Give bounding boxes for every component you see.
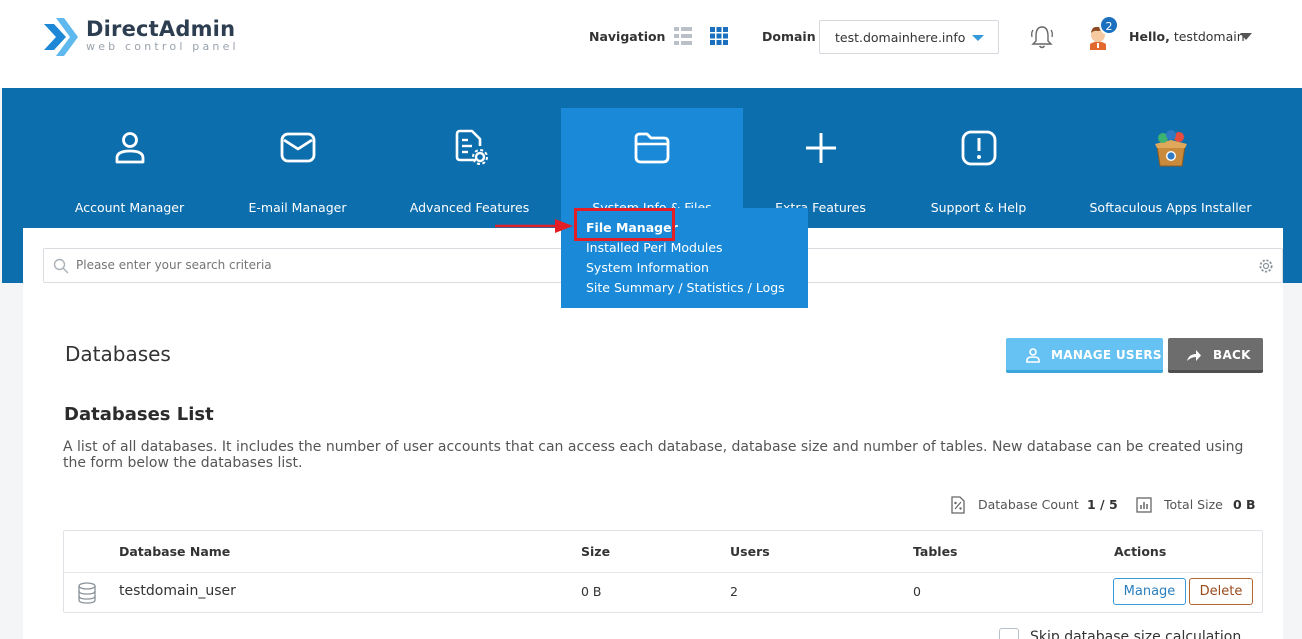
bell-icon[interactable] bbox=[1030, 24, 1054, 50]
nav-softaculous[interactable]: Softaculous Apps Installer bbox=[1088, 108, 1253, 215]
nav-label: Softaculous Apps Installer bbox=[1089, 200, 1252, 215]
logo-subtitle: web control panel bbox=[86, 40, 239, 53]
search-icon bbox=[53, 258, 69, 274]
database-size: 0 B bbox=[581, 584, 602, 599]
grid-view-icon[interactable] bbox=[710, 27, 728, 45]
manage-database-button[interactable]: Manage bbox=[1113, 578, 1186, 605]
gear-icon[interactable] bbox=[1258, 258, 1274, 274]
logo-chevron-icon bbox=[44, 18, 78, 56]
database-icon bbox=[78, 582, 96, 604]
back-label: BACK bbox=[1213, 348, 1251, 362]
back-button[interactable]: BACK bbox=[1168, 338, 1263, 373]
column-header-size[interactable]: Size bbox=[581, 544, 610, 559]
domain-select-value: test.domainhere.info bbox=[835, 30, 966, 45]
navigation-label: Navigation bbox=[589, 29, 666, 44]
user-menu[interactable]: Hello, testdomain bbox=[1129, 29, 1245, 44]
domain-select[interactable]: test.domainhere.info bbox=[819, 20, 999, 54]
share-arrow-icon bbox=[1187, 350, 1201, 361]
database-tables: 0 bbox=[913, 584, 921, 599]
top-header: DirectAdmin web control panel Navigation… bbox=[0, 0, 1302, 88]
highlight-box bbox=[574, 208, 675, 241]
total-size-value: 0 B bbox=[1233, 497, 1256, 512]
databases-table: Database Name Size Users Tables Actions … bbox=[63, 530, 1263, 613]
database-count-value: 1 / 5 bbox=[1087, 497, 1118, 512]
nav-extra-features[interactable]: Extra Features bbox=[748, 108, 893, 215]
nav-advanced-features[interactable]: Advanced Features bbox=[397, 108, 542, 215]
databases-list-description: A list of all databases. It includes the… bbox=[63, 439, 1244, 471]
list-view-icon[interactable] bbox=[674, 27, 692, 45]
dropdown-item-system-information[interactable]: System Information bbox=[586, 260, 709, 275]
page-title: Databases bbox=[65, 342, 171, 366]
database-count-icon bbox=[951, 496, 965, 514]
document-gear-icon bbox=[455, 129, 488, 165]
nav-support-help[interactable]: Support & Help bbox=[906, 108, 1051, 215]
column-header-actions: Actions bbox=[1114, 544, 1167, 559]
nav-label: Advanced Features bbox=[409, 200, 530, 215]
dropdown-item-perl-modules[interactable]: Installed Perl Modules bbox=[586, 240, 723, 255]
bar-chart-icon bbox=[1136, 497, 1152, 513]
skip-size-checkbox[interactable] bbox=[999, 628, 1019, 639]
database-count-label: Database Count bbox=[978, 497, 1079, 512]
folder-icon bbox=[634, 132, 670, 164]
user-icon bbox=[1026, 348, 1040, 363]
user-menu-caret-icon[interactable] bbox=[1240, 33, 1252, 40]
exclamation-icon bbox=[961, 130, 996, 166]
column-header-name[interactable]: Database Name bbox=[119, 544, 230, 559]
total-size-label: Total Size bbox=[1164, 497, 1223, 512]
nav-label: E-mail Manager bbox=[248, 200, 347, 215]
envelope-icon bbox=[280, 132, 315, 163]
domain-label: Domain bbox=[762, 29, 816, 44]
database-users: 2 bbox=[730, 584, 738, 599]
manage-users-button[interactable]: MANAGE USERS bbox=[1006, 338, 1163, 373]
column-header-users[interactable]: Users bbox=[730, 544, 770, 559]
delete-database-button[interactable]: Delete bbox=[1189, 578, 1253, 605]
plus-icon bbox=[805, 133, 836, 163]
softaculous-box-icon bbox=[1154, 130, 1187, 167]
nav-email-manager[interactable]: E-mail Manager bbox=[225, 108, 370, 215]
notification-badge[interactable]: 2 bbox=[1099, 15, 1119, 35]
dropdown-item-site-summary[interactable]: Site Summary / Statistics / Logs bbox=[586, 280, 785, 295]
greeting-text: Hello, bbox=[1129, 29, 1170, 44]
skip-size-label: Skip database size calculation bbox=[1030, 629, 1242, 639]
username-text: testdomain bbox=[1173, 29, 1245, 44]
red-arrow-annotation bbox=[495, 219, 573, 233]
system-info-dropdown: File Manager Installed Perl Modules Syst… bbox=[561, 208, 808, 308]
row-divider bbox=[64, 572, 1262, 573]
databases-list-heading: Databases List bbox=[64, 404, 214, 425]
column-header-tables[interactable]: Tables bbox=[913, 544, 958, 559]
nav-account-manager[interactable]: Account Manager bbox=[57, 108, 202, 215]
directadmin-logo[interactable]: DirectAdmin web control panel bbox=[42, 16, 239, 58]
chevron-down-icon bbox=[972, 35, 984, 41]
user-icon bbox=[115, 132, 144, 164]
manage-users-label: MANAGE USERS bbox=[1051, 348, 1162, 362]
database-name[interactable]: testdomain_user bbox=[119, 583, 236, 599]
logo-title: DirectAdmin bbox=[86, 17, 236, 41]
nav-system-info-files[interactable]: System Info & Files bbox=[561, 108, 743, 215]
nav-label: Support & Help bbox=[930, 200, 1027, 215]
nav-label: Account Manager bbox=[74, 200, 185, 215]
